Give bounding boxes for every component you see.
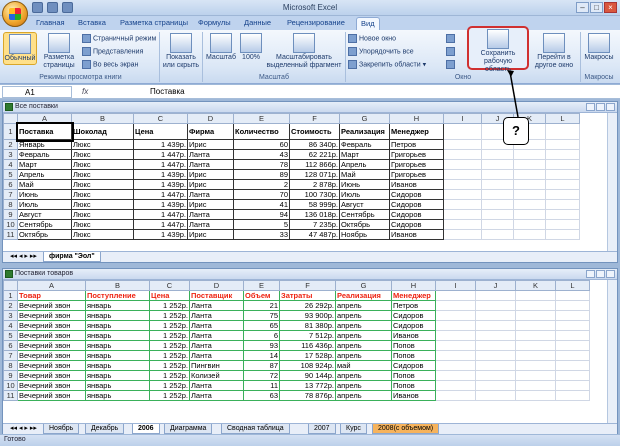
- question-callout: ?: [503, 117, 529, 145]
- callout-arrow: [507, 70, 519, 118]
